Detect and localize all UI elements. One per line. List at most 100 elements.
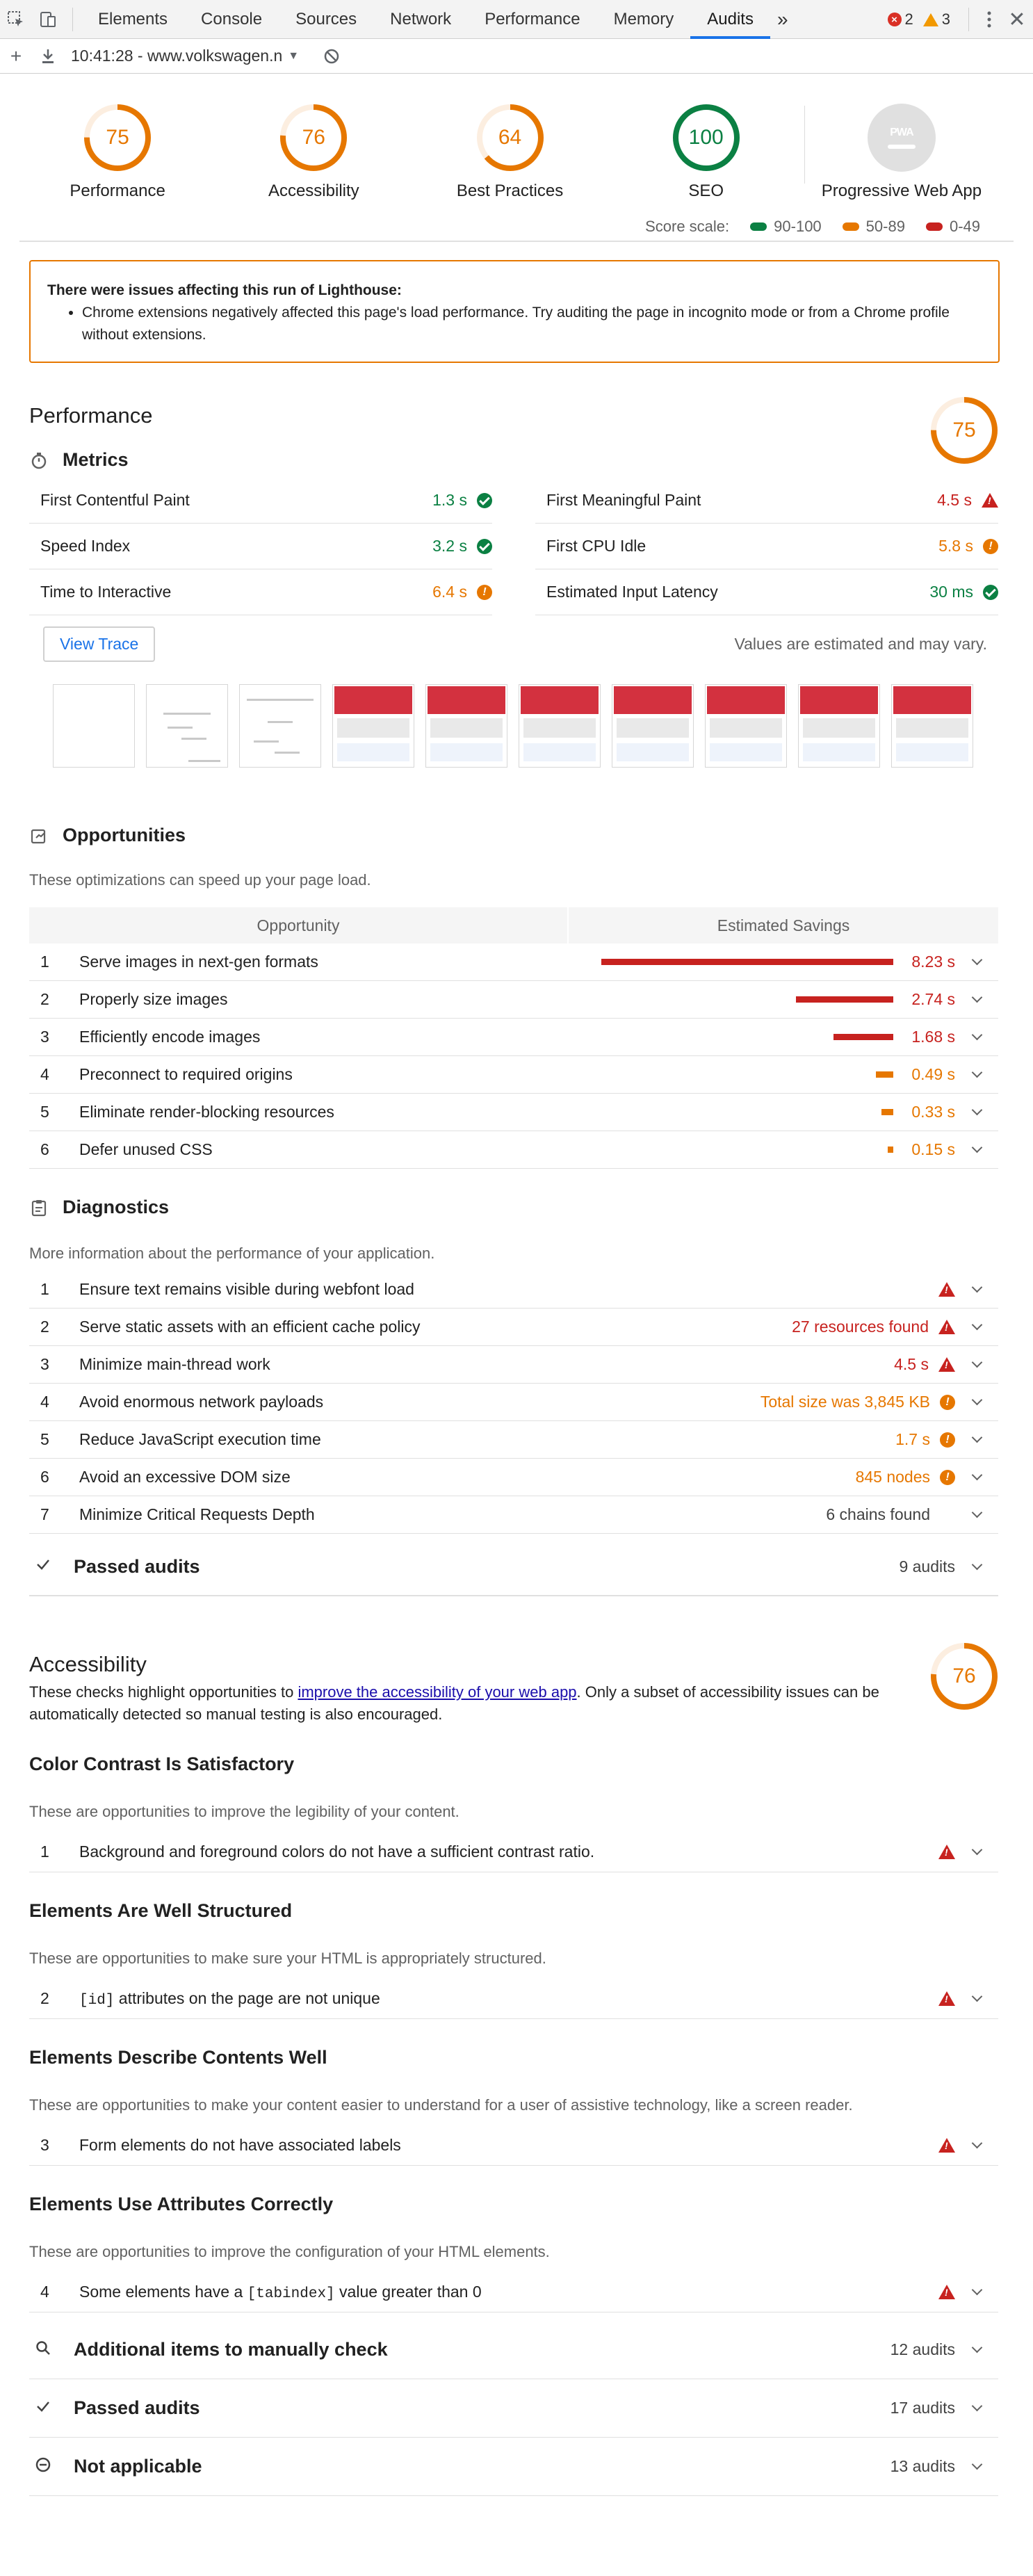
diagnostic-row[interactable]: 4 Avoid enormous network payloads Total … bbox=[29, 1384, 998, 1421]
clear-icon[interactable] bbox=[316, 48, 348, 65]
filmstrip-frame bbox=[425, 684, 507, 768]
tab-performance[interactable]: Performance bbox=[468, 0, 596, 39]
diagnostic-row[interactable]: 6 Avoid an excessive DOM size 845 nodes! bbox=[29, 1459, 998, 1496]
passed-audits-title: Passed audits bbox=[74, 2397, 200, 2418]
gauge-score: 100 bbox=[688, 126, 724, 149]
fail-icon bbox=[938, 2138, 955, 2153]
diagnostic-row[interactable]: 7 Minimize Critical Requests Depth 6 cha… bbox=[29, 1496, 998, 1534]
section-title: Accessibility bbox=[29, 1652, 147, 1676]
frame-body bbox=[337, 743, 409, 761]
expand-chevron-icon[interactable] bbox=[966, 1991, 987, 2002]
opportunity-row[interactable]: 2 Properly size images 2.74 s bbox=[29, 981, 998, 1019]
gauge-best-practices[interactable]: 64 Best Practices bbox=[412, 74, 608, 213]
opportunity-row[interactable]: 4 Preconnect to required origins 0.49 s bbox=[29, 1056, 998, 1094]
expand-chevron-icon[interactable] bbox=[966, 1356, 987, 1368]
warning-count-badge[interactable]: 3 bbox=[922, 10, 950, 29]
expand-chevron-icon[interactable] bbox=[966, 991, 987, 1003]
scale-pass-swatch bbox=[750, 222, 767, 231]
row-number: 5 bbox=[40, 1430, 49, 1448]
expand-chevron-icon[interactable] bbox=[966, 1104, 987, 1116]
row-number: 1 bbox=[40, 1842, 49, 1861]
passed-audits-toggle[interactable]: Passed audits 9 audits bbox=[29, 1538, 998, 1596]
fail-icon bbox=[938, 1991, 955, 2006]
accessibility-audit-row[interactable]: 3 Form elements do not have associated l… bbox=[29, 2125, 998, 2166]
expand-chevron-icon[interactable] bbox=[966, 2137, 987, 2149]
expand-chevron-icon[interactable] bbox=[966, 1281, 987, 1293]
expand-chevron-icon[interactable] bbox=[966, 1319, 987, 1331]
opportunity-row[interactable]: 5 Eliminate render-blocking resources 0.… bbox=[29, 1094, 998, 1131]
manual-checks-title: Additional items to manually check bbox=[74, 2339, 388, 2360]
expand-chevron-icon[interactable] bbox=[966, 2342, 987, 2354]
tab-network[interactable]: Network bbox=[373, 0, 468, 39]
row-value: 1.7 s bbox=[895, 1430, 930, 1448]
tab-console[interactable]: Console bbox=[184, 0, 279, 39]
gauge-performance[interactable]: 75 Performance bbox=[19, 74, 215, 213]
tab-sources[interactable]: Sources bbox=[279, 0, 373, 39]
more-tabs-button[interactable]: » bbox=[770, 0, 795, 39]
chevron-down-icon bbox=[971, 2284, 982, 2296]
manual-checks-toggle[interactable]: Additional items to manually check 12 au… bbox=[29, 2321, 998, 2379]
savings-value: 1.68 s bbox=[911, 1028, 955, 1046]
expand-chevron-icon[interactable] bbox=[966, 1844, 987, 1856]
row-right: 845 nodes! bbox=[856, 1468, 998, 1487]
expand-chevron-icon[interactable] bbox=[966, 2400, 987, 2412]
tab-elements[interactable]: Elements bbox=[81, 0, 184, 39]
opportunity-row[interactable]: 3 Efficiently encode images 1.68 s bbox=[29, 1019, 998, 1056]
expand-chevron-icon[interactable] bbox=[966, 1394, 987, 1406]
expand-chevron-icon[interactable] bbox=[966, 1559, 987, 1570]
close-icon[interactable]: ✕ bbox=[1001, 0, 1033, 39]
diagnostics-list: 1 Ensure text remains visible during web… bbox=[29, 1271, 998, 1534]
chevron-down-icon bbox=[971, 1507, 982, 1518]
expand-chevron-icon[interactable] bbox=[966, 1142, 987, 1153]
metric-value-text: 1.3 s bbox=[432, 491, 467, 509]
diagnostic-row[interactable]: 3 Minimize main-thread work 4.5 s bbox=[29, 1346, 998, 1384]
accessibility-link[interactable]: improve the accessibility of your web ap… bbox=[298, 1683, 576, 1701]
performance-score-gauge: 75 bbox=[930, 396, 998, 464]
frame-header bbox=[428, 686, 505, 714]
expand-chevron-icon[interactable] bbox=[966, 1067, 987, 1078]
plus-icon[interactable]: + bbox=[0, 45, 32, 67]
download-icon[interactable] bbox=[32, 48, 64, 65]
tab-audits[interactable]: Audits bbox=[690, 0, 770, 39]
warning-count: 3 bbox=[941, 10, 950, 28]
inspect-element-icon[interactable] bbox=[0, 0, 32, 39]
accessibility-score-gauge: 76 bbox=[930, 1642, 998, 1710]
report-selector[interactable]: 10:41:28 - www.volkswagen.n ▼ bbox=[71, 47, 299, 65]
expand-chevron-icon[interactable] bbox=[966, 1507, 987, 1518]
metric-value: 30 ms bbox=[929, 583, 998, 601]
expand-chevron-icon[interactable] bbox=[966, 1029, 987, 1041]
diagnostic-row[interactable]: 2 Serve static assets with an efficient … bbox=[29, 1309, 998, 1346]
gauge-seo[interactable]: 100 SEO bbox=[608, 74, 804, 213]
passed-audits-toggle[interactable]: Passed audits 17 audits bbox=[29, 2379, 998, 2438]
expand-chevron-icon[interactable] bbox=[966, 954, 987, 966]
accessibility-audit-row[interactable]: 1 Background and foreground colors do no… bbox=[29, 1832, 998, 1872]
group-title: Elements Describe Contents Well bbox=[29, 2047, 327, 2068]
opportunity-row[interactable]: 6 Defer unused CSS 0.15 s bbox=[29, 1131, 998, 1169]
average-icon: ! bbox=[983, 538, 998, 554]
opportunity-row[interactable]: 1 Serve images in next-gen formats 8.23 … bbox=[29, 943, 998, 981]
expand-chevron-icon[interactable] bbox=[966, 1469, 987, 1481]
gauge-pwa[interactable]: PWA Progressive Web App bbox=[805, 74, 998, 213]
accessibility-audit-row[interactable]: 4 Some elements have a [tabindex] value … bbox=[29, 2272, 998, 2312]
group-description: These are opportunities to improve the l… bbox=[29, 1803, 459, 1820]
gauge-accessibility[interactable]: 76 Accessibility bbox=[215, 74, 412, 213]
gauge-label: Performance bbox=[70, 181, 165, 200]
kebab-menu-icon[interactable] bbox=[977, 0, 1001, 39]
error-count-badge[interactable]: × 2 bbox=[887, 10, 913, 29]
view-trace-button[interactable]: View Trace bbox=[43, 626, 156, 662]
row-right: 1.68 s bbox=[833, 1028, 998, 1046]
audits-toolbar: + 10:41:28 - www.volkswagen.n ▼ bbox=[0, 39, 1033, 74]
row-title: Ensure text remains visible during webfo… bbox=[79, 1280, 414, 1298]
diagnostic-row[interactable]: 1 Ensure text remains visible during web… bbox=[29, 1271, 998, 1309]
tab-memory[interactable]: Memory bbox=[597, 0, 691, 39]
accessibility-audit-row[interactable]: 2 [id] attributes on the page are not un… bbox=[29, 1979, 998, 2019]
row-right: 4.5 s bbox=[894, 1355, 998, 1374]
diagnostic-row[interactable]: 5 Reduce JavaScript execution time 1.7 s… bbox=[29, 1421, 998, 1459]
expand-chevron-icon[interactable] bbox=[966, 2458, 987, 2470]
not-applicable-toggle[interactable]: Not applicable 13 audits bbox=[29, 2438, 998, 2496]
chevron-down-icon bbox=[971, 2458, 982, 2470]
expand-chevron-icon[interactable] bbox=[966, 2284, 987, 2296]
expand-chevron-icon[interactable] bbox=[966, 1432, 987, 1443]
row-number: 2 bbox=[40, 1989, 49, 2007]
device-toolbar-icon[interactable] bbox=[32, 0, 64, 39]
